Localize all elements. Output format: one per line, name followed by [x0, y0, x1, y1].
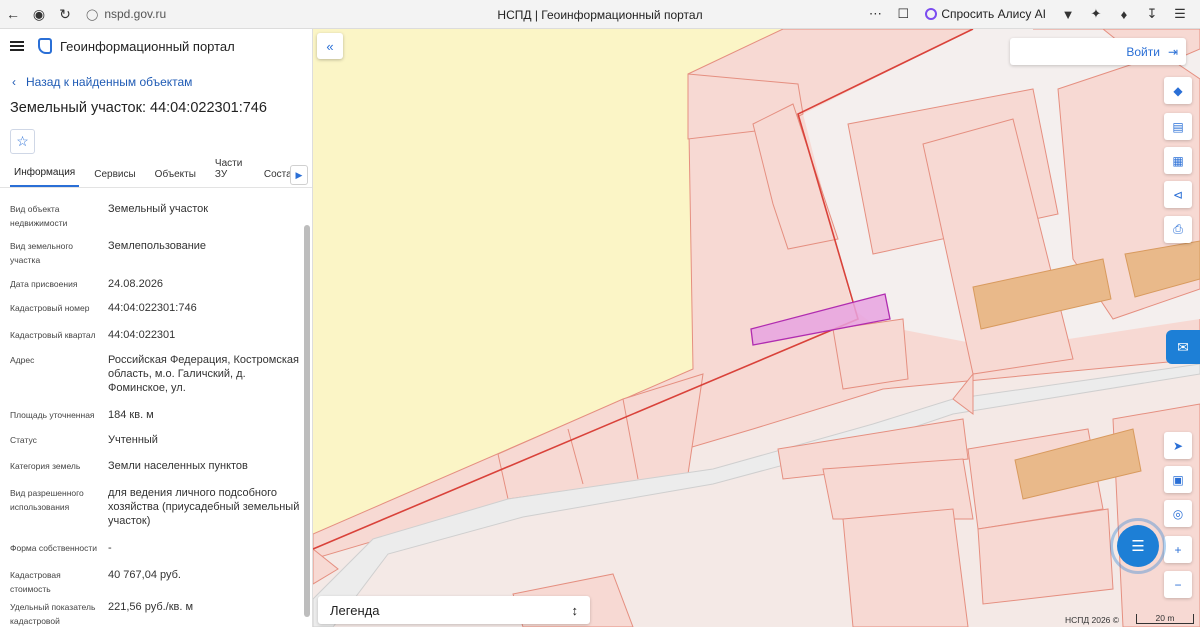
login-icon: ⇥	[1167, 44, 1178, 59]
property-value: 44:04:022301	[108, 329, 176, 341]
expand-icon: ↕	[571, 602, 579, 618]
bookmark-icon[interactable]: ☐	[891, 3, 915, 25]
property-label: Вид объекта недвижимости	[10, 204, 68, 228]
property-value: 44:04:022301:746	[108, 302, 197, 314]
tabs-next-icon[interactable]: ▶	[290, 165, 308, 185]
info-tabs: Информация Сервисы Объекты Части ЗУ Сост…	[0, 158, 312, 188]
chat-button[interactable]: ☰	[1110, 518, 1166, 574]
locate-icon[interactable]: ➤	[1164, 432, 1192, 459]
portal-logo-icon	[38, 38, 52, 54]
ruler-icon[interactable]: ▤	[1164, 113, 1192, 140]
login-label: Войти	[1126, 44, 1160, 59]
info-sidebar: Геоинформационный портал ‹ Назад к найде…	[0, 29, 313, 627]
map-canvas[interactable]	[313, 29, 1200, 627]
minimap-icon[interactable]: ▣	[1164, 466, 1192, 493]
favorite-star-icon[interactable]: ☆	[10, 129, 35, 154]
sidebar-header: Геоинформационный портал	[0, 29, 312, 63]
property-label: Вид земельного участка	[10, 241, 74, 265]
select-area-icon[interactable]: ▦	[1164, 147, 1192, 174]
property-value: 40 767,04 руб.	[108, 569, 181, 581]
parcel	[842, 508, 969, 627]
yandex-icon[interactable]: ◉	[26, 1, 52, 27]
grid-extension-icon[interactable]: ✦	[1084, 3, 1108, 25]
property-label: Кадастровый квартал	[10, 330, 96, 340]
alisa-label: Спросить Алису AI	[941, 7, 1046, 21]
geolocation-icon[interactable]: ◎	[1164, 500, 1192, 527]
map-scale: 20 m	[1136, 614, 1194, 624]
zoom-in-button[interactable]: +	[1164, 536, 1192, 563]
property-value: 184 кв. м	[108, 409, 154, 421]
tab-objects[interactable]: Объекты	[151, 169, 200, 187]
login-button[interactable]: Войти ⇥	[1010, 38, 1186, 65]
parcel	[832, 318, 909, 390]
back-arrow-icon[interactable]: ←	[0, 1, 26, 27]
map-attribution: НСПД 2026 ©	[1065, 615, 1120, 625]
map-viewport[interactable]: « Войти ⇥ ◆ ▤ ▦ ⊲ ⎙ ✉ ➤ ▣ ◎ + − ☰ Легенд…	[313, 29, 1200, 627]
legend-toggle[interactable]: Легенда ↕	[318, 596, 590, 624]
alisa-button[interactable]: Спросить Алису AI	[919, 7, 1052, 21]
property-label: Площадь уточненная	[10, 410, 95, 420]
object-title: Земельный участок: 44:04:022301:746	[10, 100, 267, 116]
property-label: Статус	[10, 435, 37, 445]
legend-label: Легенда	[330, 602, 380, 618]
sidebar-scrollbar[interactable]	[304, 225, 310, 617]
tab-information[interactable]: Информация	[10, 167, 80, 187]
menu-icon[interactable]: ☰	[1168, 3, 1192, 25]
back-link-label: Назад к найденным объектам	[26, 75, 193, 89]
property-label: Категория земель	[10, 461, 81, 471]
hamburger-icon[interactable]	[10, 41, 24, 51]
property-label: Дата присвоения	[10, 279, 78, 289]
property-value: 221,56 руб./кв. м	[108, 601, 194, 613]
chevron-left-icon: ‹	[12, 75, 16, 89]
site-info-icon[interactable]: ◯	[86, 8, 98, 21]
property-label: Удельный показатель кадастровой	[10, 602, 96, 626]
back-link[interactable]: ‹ Назад к найденным объектам	[12, 75, 312, 89]
property-value: Земельный участок	[108, 203, 209, 215]
chat-icon: ☰	[1117, 525, 1159, 567]
property-label: Вид разрешенного использования	[10, 488, 84, 512]
extension-icon[interactable]: ▼	[1056, 3, 1080, 25]
property-value: Учтенный	[108, 434, 158, 446]
browser-toolbar: ← ◉ ↻ ◯ nspd.gov.ru НСПД | Геоинформацио…	[0, 0, 1200, 29]
tab-services[interactable]: Сервисы	[90, 169, 139, 187]
downloads-icon[interactable]: ↧	[1140, 3, 1164, 25]
property-label: Кадастровый номер	[10, 303, 90, 313]
puzzle-icon[interactable]: ♦	[1112, 3, 1136, 25]
address-bar[interactable]: nspd.gov.ru	[104, 7, 166, 21]
print-icon[interactable]: ⎙	[1164, 216, 1192, 243]
property-label: Адрес	[10, 355, 35, 365]
property-value: Земли населенных пунктов	[108, 460, 248, 472]
property-value: -	[108, 542, 112, 554]
feedback-icon[interactable]: ✉	[1166, 330, 1200, 364]
property-label: Кадастровая стоимость	[10, 570, 61, 594]
zoom-out-button[interactable]: −	[1164, 571, 1192, 598]
share-icon[interactable]: ⊲	[1164, 181, 1192, 208]
more-icon[interactable]: ⋯	[863, 3, 887, 25]
property-value: 24.08.2026	[108, 278, 164, 290]
property-label: Форма собственности	[10, 543, 97, 553]
alisa-icon	[925, 8, 938, 20]
layers-icon[interactable]: ◆	[1164, 77, 1192, 104]
collapse-sidebar-icon[interactable]: «	[317, 33, 343, 59]
tab-parts[interactable]: Части ЗУ	[211, 158, 249, 187]
browser-tools: ⋯ ☐ Спросить Алису AI ▼ ✦ ♦ ↧ ☰	[863, 3, 1192, 25]
reload-icon[interactable]: ↻	[52, 1, 78, 27]
property-value: Российская Федерация, Костромская област…	[108, 354, 299, 394]
property-value: Землепользование	[108, 240, 207, 252]
portal-name: Геоинформационный портал	[60, 38, 235, 54]
property-value: для ведения личного подсобного хозяйства…	[108, 487, 300, 527]
